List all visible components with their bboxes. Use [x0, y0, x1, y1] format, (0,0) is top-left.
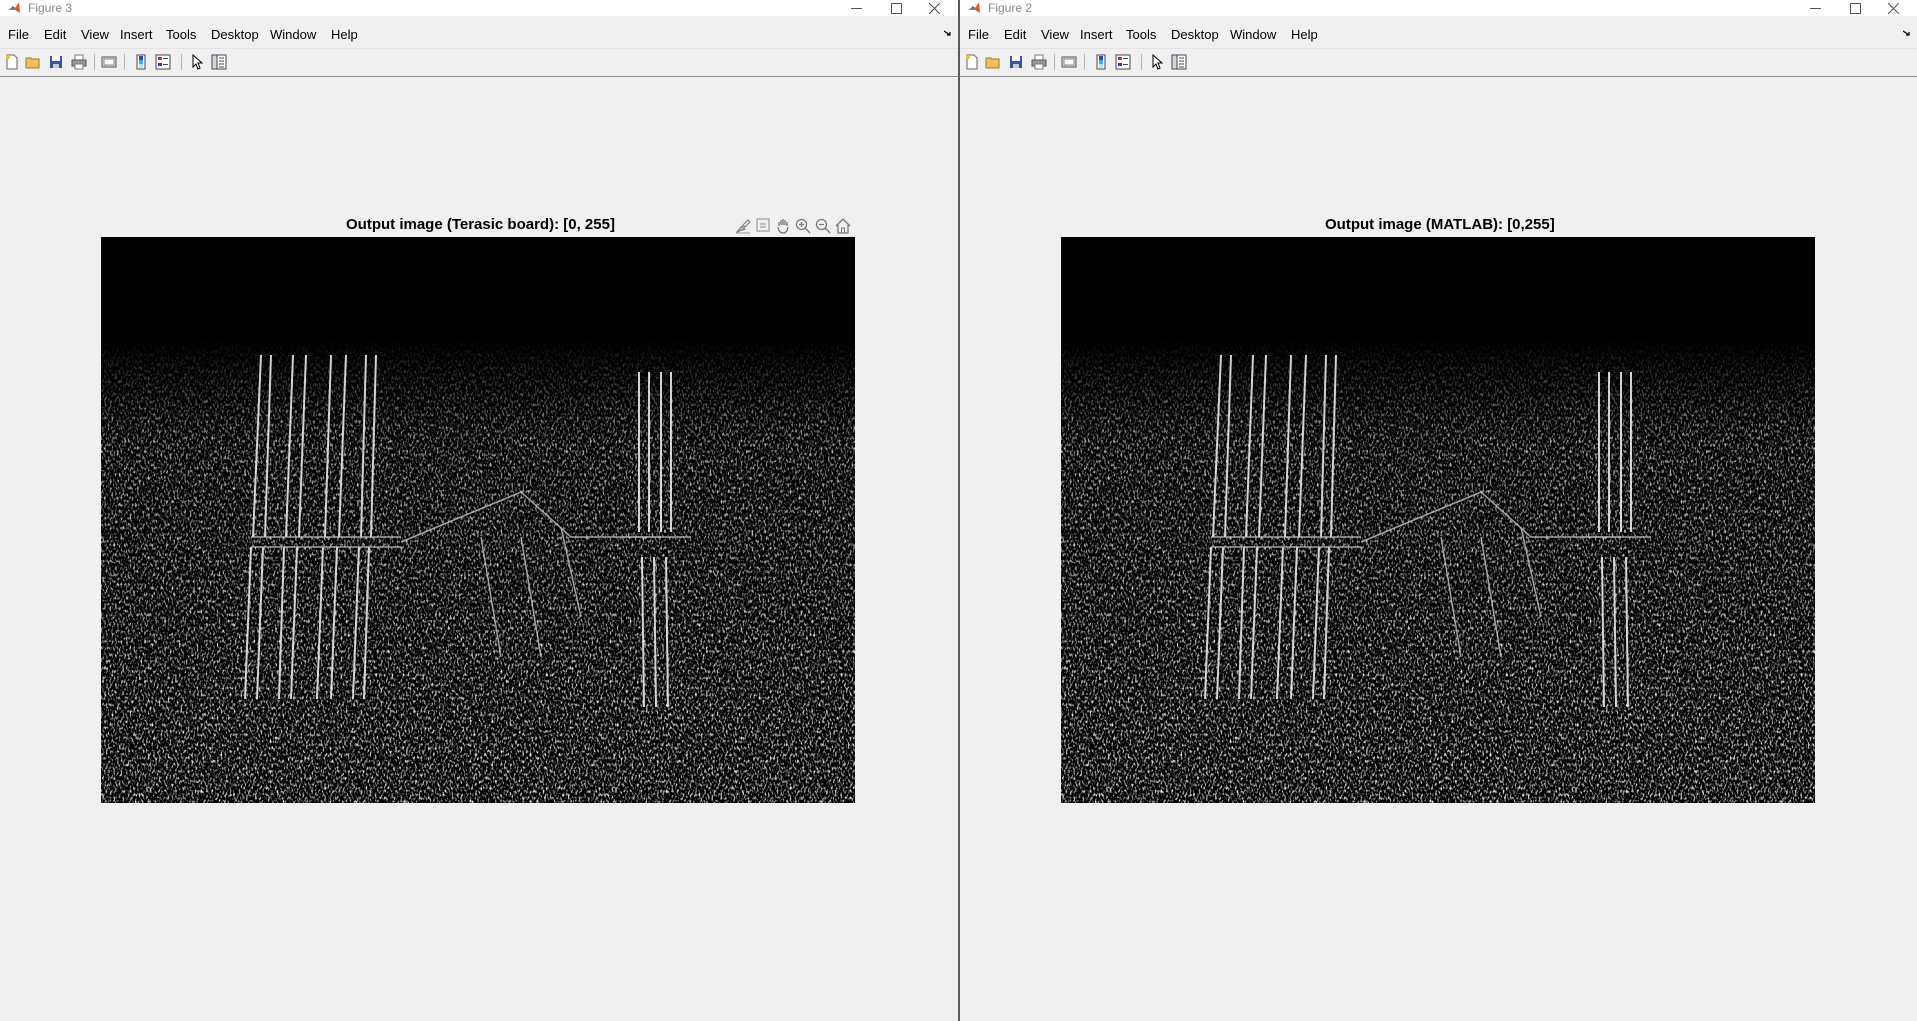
zoom-out-icon[interactable] — [814, 217, 832, 235]
menu-help[interactable]: Help — [331, 27, 358, 43]
window-title: Figure 2 — [988, 1, 1033, 15]
toolbar-separator — [181, 54, 182, 70]
menu-edit[interactable]: Edit — [44, 27, 66, 43]
insert-legend-icon[interactable] — [1115, 54, 1131, 70]
minimize-button[interactable] — [836, 0, 876, 16]
dock-arrow-icon[interactable] — [944, 29, 952, 37]
new-figure-icon[interactable] — [964, 54, 980, 70]
image-axes[interactable] — [1061, 237, 1815, 803]
insert-colorbar-icon[interactable] — [1093, 54, 1109, 70]
new-figure-icon[interactable] — [4, 54, 20, 70]
menu-window[interactable]: Window — [1230, 27, 1276, 43]
close-icon — [928, 2, 940, 14]
maximize-icon — [890, 2, 902, 14]
save-icon[interactable] — [48, 54, 64, 70]
menu-desktop[interactable]: Desktop — [1171, 27, 1219, 43]
figure-window-2: Figure 2 File Edit View Insert Tools Des… — [960, 0, 1917, 1021]
property-inspector-icon[interactable] — [1171, 54, 1187, 70]
toolbar-separator — [1084, 54, 1085, 70]
link-plot-icon[interactable] — [1061, 54, 1077, 70]
toolbar-separator — [94, 54, 95, 70]
open-file-icon[interactable] — [25, 54, 41, 70]
dock-arrow-icon[interactable] — [1903, 29, 1911, 37]
menu-tools[interactable]: Tools — [1126, 27, 1156, 43]
window-title: Figure 3 — [28, 1, 73, 15]
minimize-icon — [850, 7, 862, 9]
menu-insert[interactable]: Insert — [1080, 27, 1113, 43]
menu-view[interactable]: View — [1041, 27, 1069, 43]
figure-toolbar — [960, 48, 1917, 77]
maximize-button[interactable] — [876, 0, 916, 16]
toolbar-separator — [1141, 54, 1142, 70]
menu-view[interactable]: View — [81, 27, 109, 43]
matlab-logo-icon — [969, 2, 980, 13]
close-button[interactable] — [1873, 0, 1913, 16]
edit-plot-pointer-icon[interactable] — [189, 54, 205, 70]
pan-hand-icon[interactable] — [774, 217, 792, 235]
figure-toolbar — [0, 48, 958, 77]
output-image — [1061, 237, 1815, 803]
menu-bar: File Edit View Insert Tools Desktop Wind… — [960, 24, 1917, 46]
menu-tools[interactable]: Tools — [166, 27, 196, 43]
brush-icon[interactable] — [734, 217, 752, 235]
axes-title: Output image (Terasic board): [0, 255] — [346, 216, 615, 233]
axes-title: Output image (MATLAB): [0,255] — [1325, 216, 1555, 233]
zoom-in-icon[interactable] — [794, 217, 812, 235]
maximize-button[interactable] — [1835, 0, 1875, 16]
print-icon[interactable] — [71, 54, 87, 70]
close-icon — [1887, 2, 1899, 14]
print-icon[interactable] — [1031, 54, 1047, 70]
close-button[interactable] — [914, 0, 954, 16]
menu-desktop[interactable]: Desktop — [211, 27, 259, 43]
minimize-button[interactable] — [1795, 0, 1835, 16]
menu-file[interactable]: File — [8, 27, 29, 43]
data-tips-icon[interactable] — [754, 217, 772, 235]
home-restore-view-icon[interactable] — [834, 217, 852, 235]
property-inspector-icon[interactable] — [211, 54, 227, 70]
open-file-icon[interactable] — [985, 54, 1001, 70]
axes-toolbar — [734, 217, 856, 235]
maximize-icon — [1849, 2, 1861, 14]
output-image — [101, 237, 855, 803]
toolbar-separator — [124, 54, 125, 70]
insert-legend-icon[interactable] — [155, 54, 171, 70]
menu-file[interactable]: File — [968, 27, 989, 43]
menu-help[interactable]: Help — [1291, 27, 1318, 43]
matlab-logo-icon — [9, 2, 20, 13]
link-plot-icon[interactable] — [101, 54, 117, 70]
menu-bar: File Edit View Insert Tools Desktop Wind… — [0, 24, 958, 46]
toolbar-separator — [1054, 54, 1055, 70]
menu-window[interactable]: Window — [270, 27, 316, 43]
figure-window-3: Figure 3 File Edit View Insert Tools Des… — [0, 0, 958, 1021]
title-bar[interactable]: Figure 2 — [960, 0, 1917, 16]
menu-edit[interactable]: Edit — [1004, 27, 1026, 43]
menu-insert[interactable]: Insert — [120, 27, 153, 43]
insert-colorbar-icon[interactable] — [133, 54, 149, 70]
minimize-icon — [1809, 7, 1821, 9]
image-axes[interactable] — [101, 237, 855, 803]
edit-plot-pointer-icon[interactable] — [1149, 54, 1165, 70]
title-bar[interactable]: Figure 3 — [0, 0, 958, 16]
save-icon[interactable] — [1008, 54, 1024, 70]
